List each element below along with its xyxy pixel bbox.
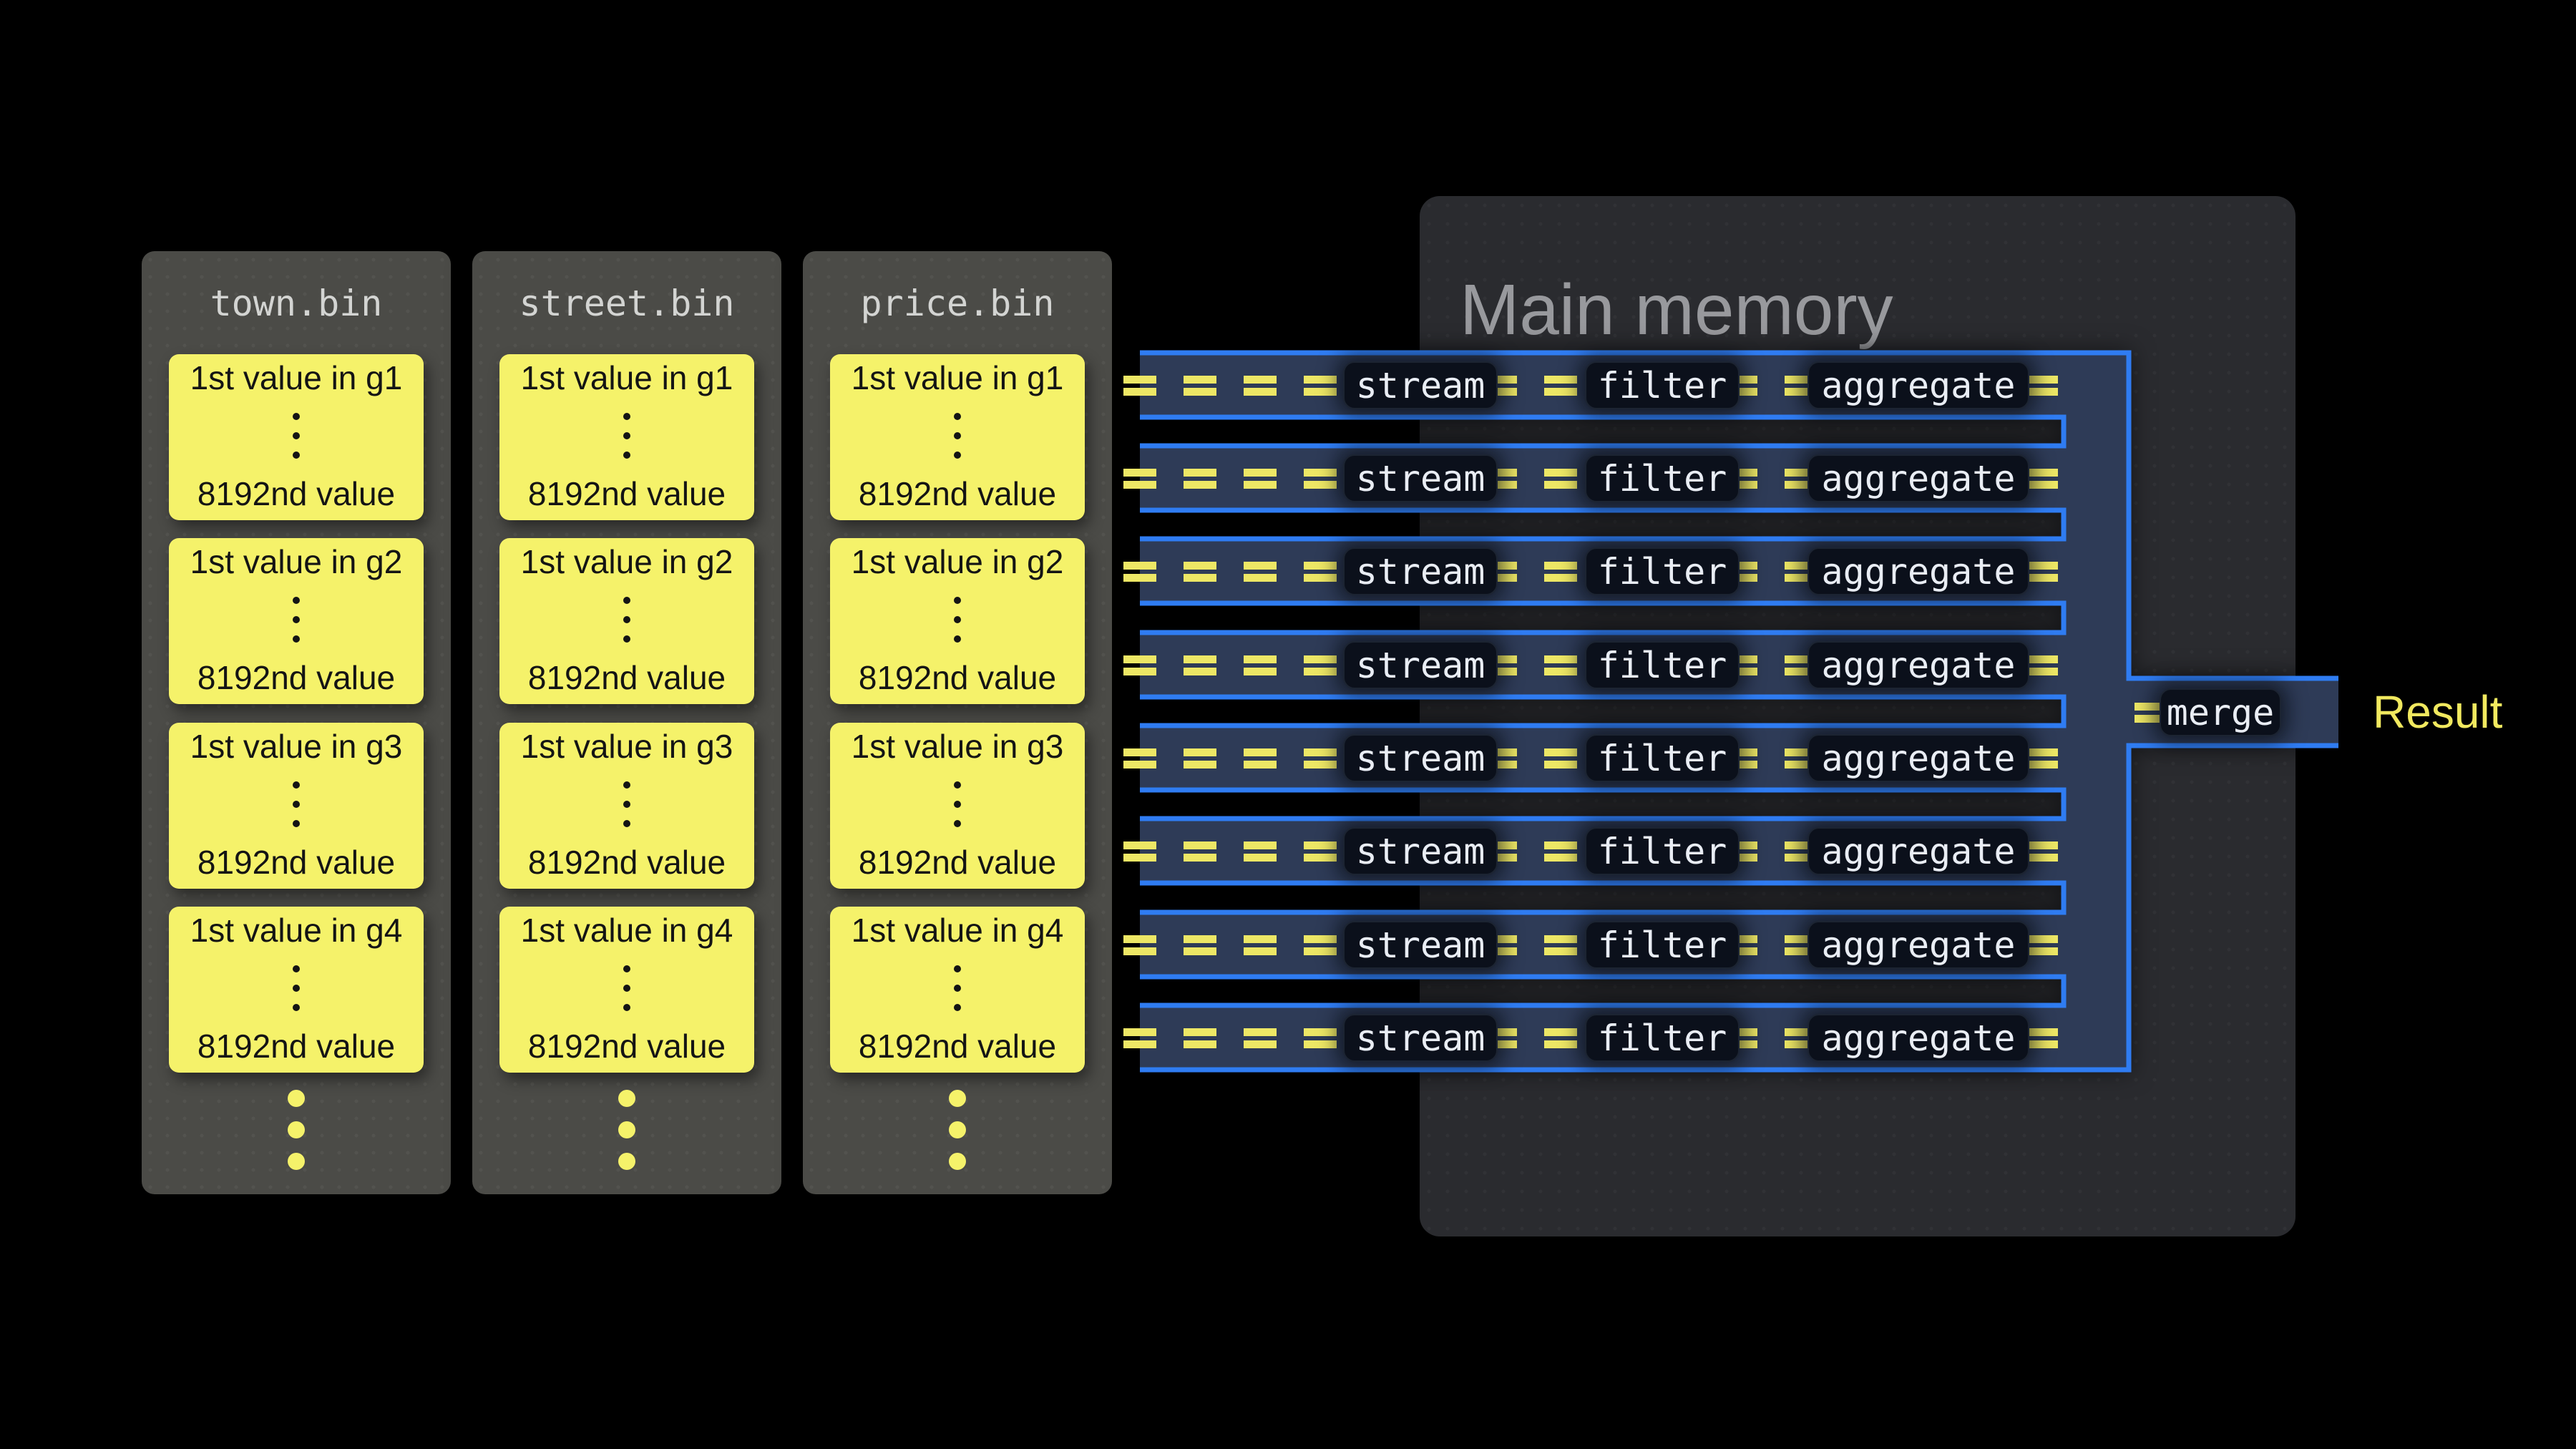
pipeline-row: stream filter aggregate: [0, 446, 2576, 510]
filter-operator: filter: [1585, 361, 1740, 409]
aggregate-operator: aggregate: [1807, 1014, 2029, 1062]
aggregate-operator: aggregate: [1807, 361, 2029, 409]
merge-operator: merge: [2160, 688, 2281, 736]
stream-operator: stream: [1343, 827, 1498, 875]
aggregate-operator: aggregate: [1807, 921, 2029, 969]
pipeline-row: stream filter aggregate: [0, 1005, 2576, 1070]
aggregate-operator: aggregate: [1807, 547, 2029, 595]
pipeline-row: stream filter aggregate: [0, 912, 2576, 977]
stream-operator: stream: [1343, 454, 1498, 502]
filter-operator: filter: [1585, 547, 1740, 595]
result-label: Result: [2373, 684, 2502, 740]
pipeline-diagram: town.bin 1st value in g1 8192nd value 1s…: [0, 0, 2576, 1449]
stream-operator: stream: [1343, 1014, 1498, 1062]
stream-operator: stream: [1343, 921, 1498, 969]
aggregate-operator: aggregate: [1807, 827, 2029, 875]
stream-operator: stream: [1343, 547, 1498, 595]
filter-operator: filter: [1585, 454, 1740, 502]
pipeline-row: stream filter aggregate: [0, 819, 2576, 883]
aggregate-operator: aggregate: [1807, 454, 2029, 502]
merge-lane: merge: [0, 680, 2576, 744]
stream-operator: stream: [1343, 361, 1498, 409]
filter-operator: filter: [1585, 921, 1740, 969]
pipeline-row: stream filter aggregate: [0, 353, 2576, 417]
filter-operator: filter: [1585, 827, 1740, 875]
pipeline-row: stream filter aggregate: [0, 539, 2576, 603]
filter-operator: filter: [1585, 1014, 1740, 1062]
